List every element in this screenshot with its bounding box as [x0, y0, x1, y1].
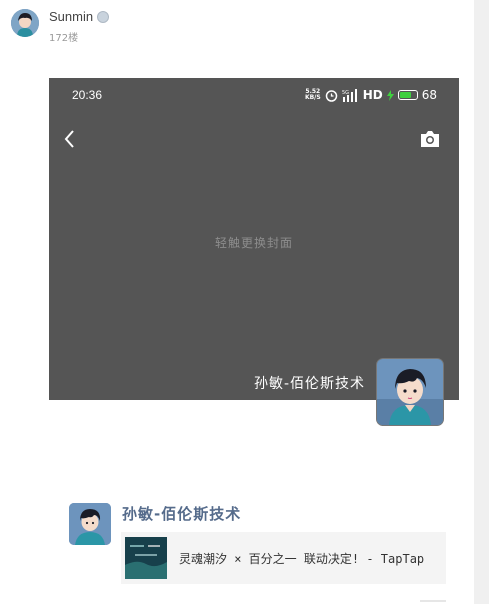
battery-level-fill [399, 92, 411, 98]
network-speed: 5.52 KB/S [304, 88, 321, 101]
link-title[interactable]: 灵魂潮汐 × 百分之一 联动决定! - TapTap [179, 550, 424, 567]
link-thumbnail [125, 537, 167, 579]
author-name[interactable]: Sunmin [49, 9, 93, 24]
profile-name: 孙敏-佰伦斯技术 [254, 376, 366, 392]
share-user-name[interactable]: 孙敏-佰伦斯技术 [122, 503, 241, 524]
battery-icon [397, 90, 418, 100]
share-user-avatar[interactable] [69, 503, 111, 545]
status-time: 20:36 [72, 88, 103, 102]
charging-icon [386, 89, 394, 101]
back-arrow-icon[interactable] [63, 130, 77, 148]
page-scrollbar[interactable] [474, 0, 489, 604]
divider [420, 600, 446, 602]
verified-badge-icon [97, 11, 109, 23]
battery-percent: 68 [421, 88, 437, 102]
shared-link-card[interactable]: 灵魂潮汐 × 百分之一 联动决定! - TapTap [121, 532, 446, 584]
floor-number: 172楼 [49, 33, 79, 44]
change-cover-hint[interactable]: 轻触更换封面 [49, 234, 459, 251]
author-avatar[interactable] [11, 9, 39, 37]
profile-avatar[interactable] [377, 359, 443, 425]
profile-screenshot: 20:36 5.52 KB/S 5G HD 68 轻触更换封面 孙敏-佰伦斯技术 [49, 78, 459, 425]
alarm-icon [325, 89, 337, 102]
camera-icon[interactable] [419, 130, 441, 148]
signal-icon: 5G [342, 88, 357, 102]
hd-label: HD [362, 88, 383, 102]
status-bar-icons: 5.52 KB/S 5G HD 68 [305, 87, 437, 103]
